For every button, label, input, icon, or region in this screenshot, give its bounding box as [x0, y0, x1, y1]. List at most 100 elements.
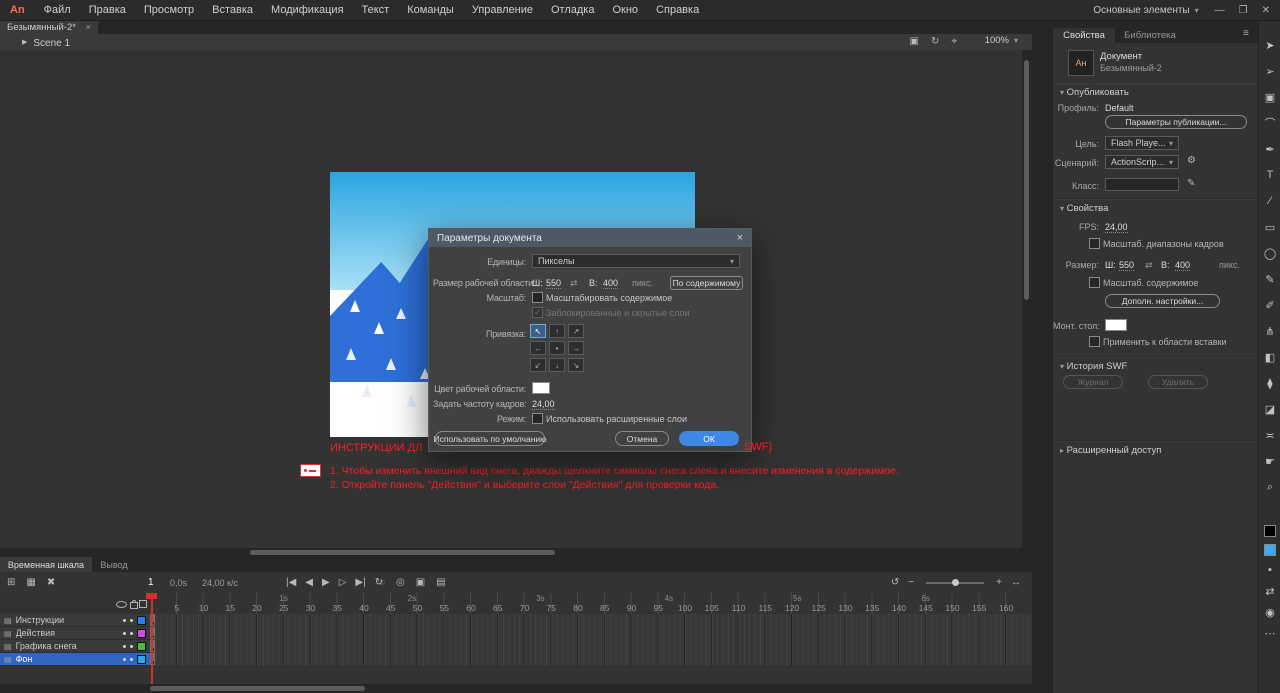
new-folder-icon[interactable]: ▦ — [25, 577, 36, 588]
line-tool-icon[interactable]: ∕ — [1259, 188, 1280, 214]
link-dimensions-icon[interactable]: ⇄ — [570, 278, 578, 289]
symbol-marker[interactable] — [300, 464, 321, 477]
scale-content-checkbox[interactable] — [532, 292, 543, 303]
show-hide-all-icon[interactable] — [116, 601, 127, 608]
units-dropdown[interactable]: Пикселы ▾ — [532, 254, 740, 268]
step-forward-button[interactable]: ▷ — [338, 577, 348, 588]
dialog-close-icon[interactable]: × — [737, 232, 743, 244]
layer-row-1[interactable]: ▤Инструкции — [0, 614, 150, 627]
workspace-switcher[interactable]: Основные элементы ▾ — [1093, 5, 1198, 16]
width-value[interactable]: 550 — [1119, 260, 1134, 271]
layer-row-4[interactable]: ▤Фон — [0, 653, 150, 666]
stage-color-swatch[interactable] — [1105, 319, 1127, 331]
layer-outline-color[interactable] — [137, 655, 146, 664]
default-colors-icon[interactable]: ▪ — [1259, 563, 1280, 577]
layer-frames-3[interactable] — [150, 640, 1032, 654]
go-to-last-frame-button[interactable]: ▶| — [354, 577, 366, 588]
tab-output[interactable]: Вывод — [92, 557, 136, 572]
script-dropdown[interactable]: ActionScrip... ▾ — [1105, 155, 1179, 169]
timeline-zoom-slider[interactable] — [926, 582, 984, 584]
target-dropdown[interactable]: Flash Playe... ▾ — [1105, 136, 1179, 150]
center-playhead-icon[interactable]: ↺ — [890, 577, 900, 588]
edit-multiple-frames-icon[interactable]: ▣ — [415, 577, 426, 588]
menu-item-1[interactable]: Правка — [80, 0, 135, 20]
brush-tool-icon[interactable]: ✐ — [1259, 292, 1280, 318]
layer-lock-dot[interactable] — [130, 645, 133, 648]
zoom-dropdown[interactable]: 100% ▾ — [985, 35, 1018, 46]
dialog-titlebar[interactable]: Параметры документа × — [429, 229, 751, 247]
fit-timeline-icon[interactable]: ↔ — [1010, 577, 1022, 588]
menu-item-6[interactable]: Команды — [398, 0, 463, 20]
frame-rate-value[interactable]: 24,00 к/с — [202, 578, 238, 588]
camera-icon[interactable]: ◉ — [1259, 605, 1280, 619]
stage-vertical-scrollbar[interactable] — [1022, 50, 1032, 548]
link-dimensions-icon[interactable]: ⇄ — [1145, 260, 1153, 271]
layer-outline-color[interactable] — [137, 642, 146, 651]
delete-layer-icon[interactable]: ✖ — [46, 577, 56, 588]
menu-item-10[interactable]: Справка — [647, 0, 708, 20]
rectangle-tool-icon[interactable]: ▭ — [1259, 214, 1280, 240]
width-value[interactable]: 550 — [546, 278, 561, 289]
anchor-bottom-right[interactable]: ↘ — [568, 358, 584, 372]
script-settings-icon[interactable]: ⚙ — [1187, 155, 1196, 166]
fill-color-swatch[interactable] — [1264, 544, 1276, 556]
menu-item-7[interactable]: Управление — [463, 0, 542, 20]
anchor-middle-left[interactable]: ← — [530, 341, 546, 355]
anchor-center[interactable]: • — [549, 341, 565, 355]
match-contents-button[interactable]: По содержимому — [670, 276, 743, 290]
swap-colors-icon[interactable]: ⇄ — [1259, 584, 1280, 598]
new-layer-icon[interactable]: ⊞ — [6, 577, 16, 588]
go-to-first-frame-button[interactable]: |◀ — [285, 577, 297, 588]
layer-frames-1[interactable] — [150, 614, 1032, 628]
menu-item-9[interactable]: Окно — [603, 0, 647, 20]
menu-item-4[interactable]: Модификация — [262, 0, 353, 20]
profile-value[interactable]: Default — [1105, 103, 1134, 113]
layer-lock-dot[interactable] — [130, 632, 133, 635]
tab-properties[interactable]: Свойства — [1053, 28, 1115, 43]
tab-timeline[interactable]: Временная шкала — [0, 557, 92, 572]
edit-class-icon[interactable]: ✎ — [1187, 178, 1195, 189]
onion-skin-icon[interactable]: ◌ — [378, 577, 386, 588]
close-button[interactable]: ✕ — [1262, 5, 1270, 16]
section-publish[interactable]: ▾ Опубликовать — [1060, 87, 1129, 98]
use-defaults-button[interactable]: Использовать по умолчанию — [435, 431, 545, 446]
pen-tool-icon[interactable]: ✒ — [1259, 136, 1280, 162]
section-swf-history[interactable]: ▾ История SWF — [1060, 361, 1127, 372]
zoom-tool-icon[interactable]: ⌕ — [1259, 474, 1280, 500]
width-tool-icon[interactable]: ≍ — [1259, 422, 1280, 448]
scale-content-checkbox[interactable] — [1089, 277, 1100, 288]
stage-horizontal-scrollbar[interactable] — [0, 548, 1022, 557]
play-button[interactable]: ▶ — [321, 577, 331, 588]
tab-close-icon[interactable]: × — [85, 22, 91, 33]
lasso-tool-icon[interactable]: ⌒ — [1259, 110, 1280, 136]
anchor-top-left[interactable]: ↖ — [530, 324, 546, 338]
paint-bucket-tool-icon[interactable]: ◧ — [1259, 344, 1280, 370]
menu-item-5[interactable]: Текст — [353, 0, 399, 20]
onion-skin-outlines-icon[interactable]: ◎ — [395, 577, 406, 588]
menu-item-2[interactable]: Просмотр — [135, 0, 203, 20]
more-tools-icon[interactable]: ⋯ — [1259, 626, 1280, 640]
stage-color-swatch[interactable] — [532, 382, 550, 394]
layer-row-2[interactable]: ▤Действия — [0, 627, 150, 640]
modify-markers-icon[interactable]: ▤ — [435, 577, 446, 588]
free-transform-tool-icon[interactable]: ▣ — [1259, 84, 1280, 110]
anchor-top-right[interactable]: ↗ — [568, 324, 584, 338]
current-frame-value[interactable]: 1 — [148, 577, 154, 588]
center-stage-icon[interactable]: ⌖ — [951, 35, 957, 49]
anchor-top-center[interactable]: ↑ — [549, 324, 565, 338]
scene-breadcrumb[interactable]: ▶ Scene 1 — [22, 36, 70, 50]
layer-lock-dot[interactable] — [130, 619, 133, 622]
class-input[interactable] — [1105, 178, 1179, 191]
layer-lock-dot[interactable] — [130, 658, 133, 661]
anchor-bottom-left[interactable]: ↙ — [530, 358, 546, 372]
eyedropper-tool-icon[interactable]: ⧫ — [1259, 370, 1280, 396]
advanced-layers-checkbox[interactable] — [532, 413, 543, 424]
playhead-line[interactable] — [151, 593, 153, 684]
apply-paste-area-checkbox[interactable] — [1089, 336, 1100, 347]
hand-tool-icon[interactable]: ☛ — [1259, 448, 1280, 474]
layer-frames-4[interactable] — [150, 653, 1032, 667]
clip-content-icon[interactable]: ▣ — [910, 35, 919, 49]
lock-all-icon[interactable] — [130, 602, 138, 609]
menu-item-0[interactable]: Файл — [35, 0, 80, 20]
restore-button[interactable]: ❐ — [1239, 5, 1248, 16]
